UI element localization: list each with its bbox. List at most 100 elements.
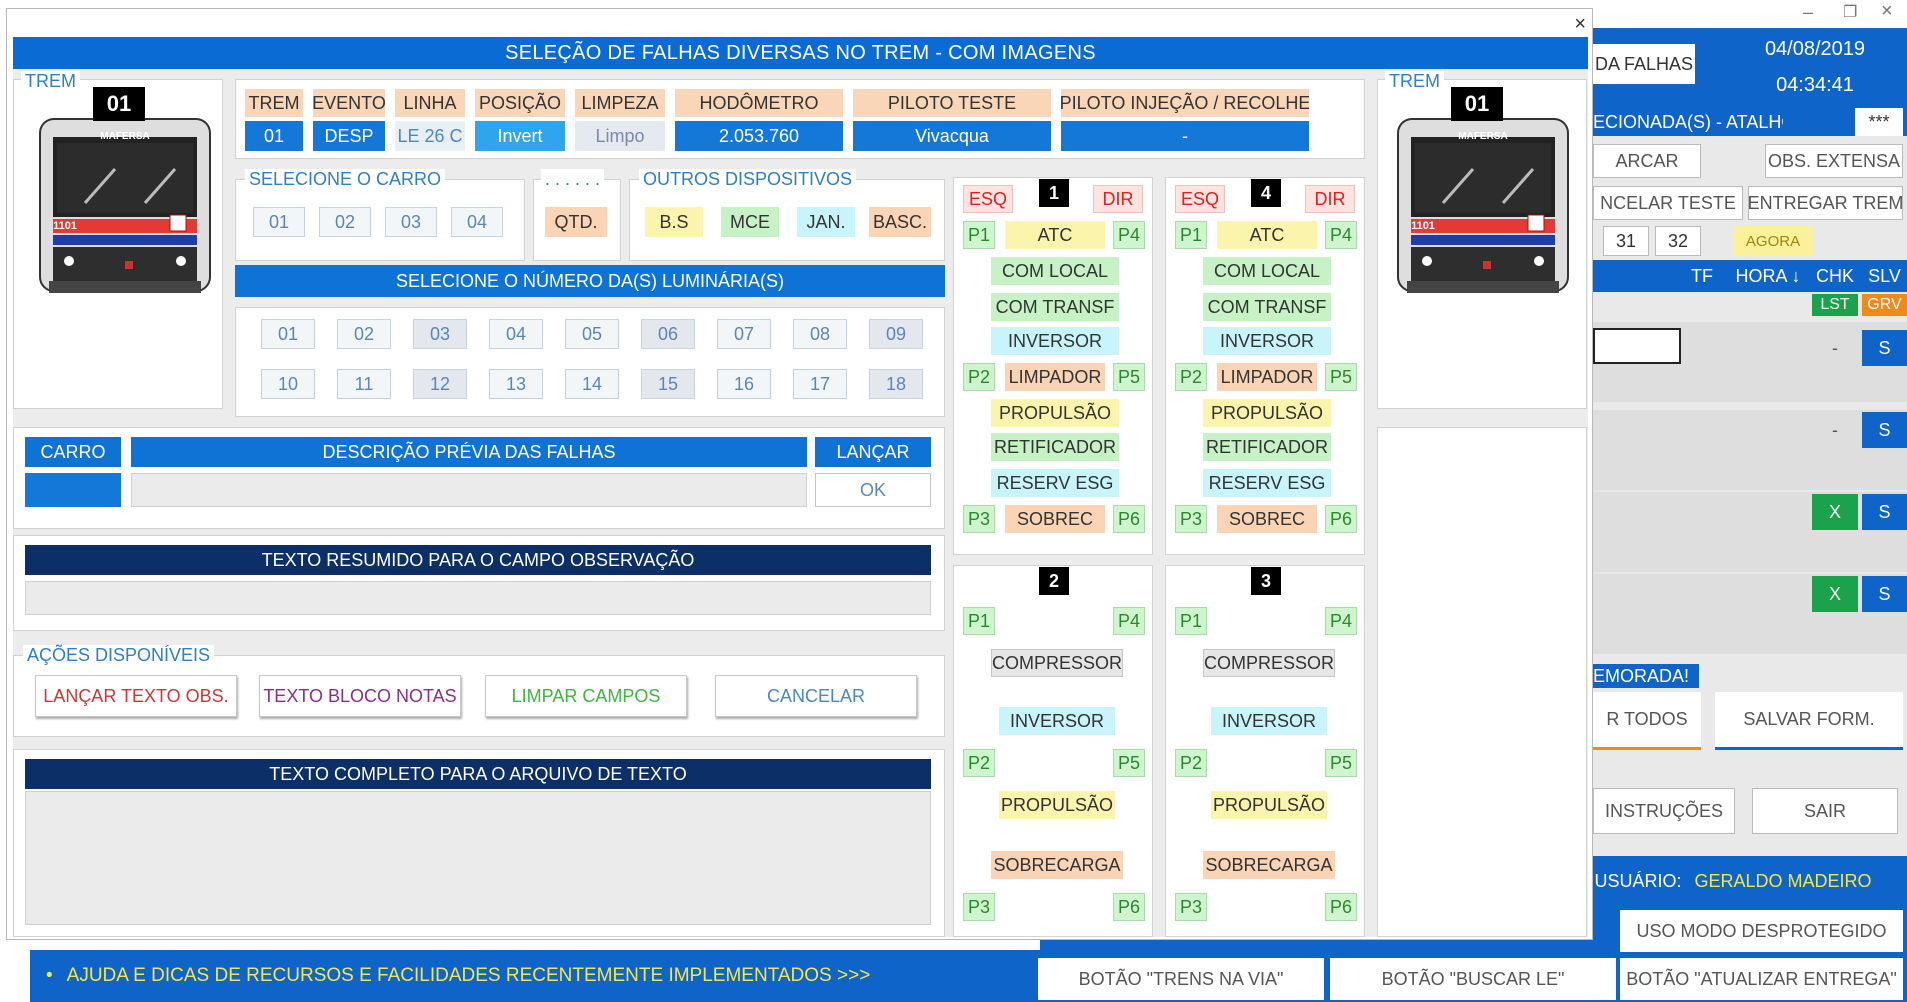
car4-reserv-esg[interactable]: RESERV ESG xyxy=(1203,469,1331,497)
car1-esq-button[interactable]: ESQ xyxy=(963,185,1013,213)
bg-todos-button[interactable]: R TODOS xyxy=(1593,692,1701,750)
bg-sair-button[interactable]: SAIR xyxy=(1752,788,1898,834)
bloco-notas-button[interactable]: TEXTO BLOCO NOTAS xyxy=(259,675,461,717)
bg-falhas-button[interactable]: DA FALHAS xyxy=(1593,44,1695,84)
bg-desprotegido-button[interactable]: USO MODO DESPROTEGIDO xyxy=(1620,910,1903,952)
car2-p4[interactable]: P4 xyxy=(1113,607,1145,635)
car2-p5[interactable]: P5 xyxy=(1113,749,1145,777)
luminaria-18[interactable]: 18 xyxy=(869,369,923,399)
bg-row-2-s[interactable]: S xyxy=(1862,412,1907,448)
bg-row-1-s[interactable]: S xyxy=(1862,330,1907,366)
car2-p2[interactable]: P2 xyxy=(963,749,995,777)
minimize-icon[interactable]: – xyxy=(1803,2,1813,23)
car4-com-local[interactable]: COM LOCAL xyxy=(1203,257,1331,285)
bg-agora-button[interactable]: AGORA xyxy=(1733,226,1813,256)
car3-sobrecarga[interactable]: SOBRECARGA xyxy=(1203,851,1335,879)
carro-button-03[interactable]: 03 xyxy=(385,207,437,237)
car4-p2[interactable]: P2 xyxy=(1175,363,1207,391)
car4-inversor[interactable]: INVERSOR xyxy=(1203,327,1331,355)
luminaria-07[interactable]: 07 xyxy=(717,319,771,349)
buscar-le-button[interactable]: BOTÃO "BUSCAR LE" xyxy=(1330,958,1616,1000)
bg-selected-cell[interactable] xyxy=(1593,328,1681,364)
car2-sobrecarga[interactable]: SOBRECARGA xyxy=(991,851,1123,879)
bg-num-32[interactable]: 32 xyxy=(1655,226,1701,256)
bg-stars-button[interactable]: *** xyxy=(1855,108,1903,136)
bg-obs-button[interactable]: OBS. EXTENSA xyxy=(1765,144,1903,178)
resumido-input[interactable] xyxy=(25,581,931,615)
car4-p6[interactable]: P6 xyxy=(1325,505,1357,533)
car3-p4[interactable]: P4 xyxy=(1325,607,1357,635)
descricao-input[interactable] xyxy=(131,473,807,507)
luminaria-11[interactable]: 11 xyxy=(337,369,391,399)
ok-button[interactable]: OK xyxy=(815,473,931,507)
luminaria-17[interactable]: 17 xyxy=(793,369,847,399)
lancar-texto-button[interactable]: LANÇAR TEXTO OBS. xyxy=(35,675,237,717)
car1-p1[interactable]: P1 xyxy=(963,221,995,249)
car1-sobrec[interactable]: SOBREC xyxy=(1005,505,1105,533)
car2-propulsao[interactable]: PROPULSÃO xyxy=(999,791,1115,819)
car1-atc[interactable]: ATC xyxy=(1005,221,1105,249)
luminaria-02[interactable]: 02 xyxy=(337,319,391,349)
luminaria-12[interactable]: 12 xyxy=(413,369,467,399)
bg-col-hora[interactable]: HORA ↓ xyxy=(1728,260,1808,292)
trens-na-via-button[interactable]: BOTÃO "TRENS NA VIA" xyxy=(1038,958,1324,1000)
car4-p1[interactable]: P1 xyxy=(1175,221,1207,249)
car1-p5[interactable]: P5 xyxy=(1113,363,1145,391)
luminaria-09[interactable]: 09 xyxy=(869,319,923,349)
bg-num-31[interactable]: 31 xyxy=(1603,226,1649,256)
bg-row-3-x[interactable]: X xyxy=(1812,494,1858,530)
luminaria-08[interactable]: 08 xyxy=(793,319,847,349)
carro-button-02[interactable]: 02 xyxy=(319,207,371,237)
car2-p3[interactable]: P3 xyxy=(963,893,995,921)
atualizar-entrega-button[interactable]: BOTÃO "ATUALIZAR ENTREGA" xyxy=(1620,958,1903,1000)
basc-button[interactable]: BASC. xyxy=(869,207,931,237)
car1-inversor[interactable]: INVERSOR xyxy=(991,327,1119,355)
car4-p5[interactable]: P5 xyxy=(1325,363,1357,391)
luminaria-01[interactable]: 01 xyxy=(261,319,315,349)
car1-p3[interactable]: P3 xyxy=(963,505,995,533)
luminaria-14[interactable]: 14 xyxy=(565,369,619,399)
car2-compressor[interactable]: COMPRESSOR xyxy=(991,649,1123,677)
car1-reserv-esg[interactable]: RESERV ESG xyxy=(991,469,1119,497)
car2-p1[interactable]: P1 xyxy=(963,607,995,635)
luminaria-10[interactable]: 10 xyxy=(261,369,315,399)
carro-button-04[interactable]: 04 xyxy=(451,207,503,237)
luminaria-03[interactable]: 03 xyxy=(413,319,467,349)
bg-row-4-x[interactable]: X xyxy=(1812,576,1858,612)
car1-p2[interactable]: P2 xyxy=(963,363,995,391)
luminaria-13[interactable]: 13 xyxy=(489,369,543,399)
bg-cancelar-teste-button[interactable]: NCELAR TESTE xyxy=(1593,186,1743,220)
bg-marcar-button[interactable]: ARCAR xyxy=(1593,144,1701,178)
completo-textarea[interactable] xyxy=(25,791,931,925)
car4-limpador[interactable]: LIMPADOR xyxy=(1217,363,1317,391)
car1-retificador[interactable]: RETIFICADOR xyxy=(991,433,1119,461)
mce-button[interactable]: MCE xyxy=(721,207,779,237)
car3-compressor[interactable]: COMPRESSOR xyxy=(1203,649,1335,677)
car4-dir-button[interactable]: DIR xyxy=(1305,185,1355,213)
luminaria-16[interactable]: 16 xyxy=(717,369,771,399)
car1-p4[interactable]: P4 xyxy=(1113,221,1145,249)
car3-p6[interactable]: P6 xyxy=(1325,893,1357,921)
car3-p2[interactable]: P2 xyxy=(1175,749,1207,777)
car4-p3[interactable]: P3 xyxy=(1175,505,1207,533)
car3-p1[interactable]: P1 xyxy=(1175,607,1207,635)
car1-limpador[interactable]: LIMPADOR xyxy=(1005,363,1105,391)
bg-instrucoes-button[interactable]: INSTRUÇÕES xyxy=(1593,788,1735,834)
car4-com-transf[interactable]: COM TRANSF xyxy=(1203,293,1331,321)
restore-icon[interactable]: ❐ xyxy=(1843,2,1857,22)
car4-esq-button[interactable]: ESQ xyxy=(1175,185,1225,213)
close-icon[interactable]: × xyxy=(1881,0,1893,23)
car4-atc[interactable]: ATC xyxy=(1217,221,1317,249)
car3-p3[interactable]: P3 xyxy=(1175,893,1207,921)
car1-com-local[interactable]: COM LOCAL xyxy=(991,257,1119,285)
car4-propulsao[interactable]: PROPULSÃO xyxy=(1203,399,1331,427)
limpar-campos-button[interactable]: LIMPAR CAMPOS xyxy=(485,675,687,717)
luminaria-04[interactable]: 04 xyxy=(489,319,543,349)
qtd-button[interactable]: QTD. xyxy=(545,207,607,237)
car1-com-transf[interactable]: COM TRANSF xyxy=(991,293,1119,321)
car2-p6[interactable]: P6 xyxy=(1113,893,1145,921)
carro-value[interactable] xyxy=(25,473,121,507)
car3-propulsao[interactable]: PROPULSÃO xyxy=(1211,791,1327,819)
jan-button[interactable]: JAN. xyxy=(797,207,855,237)
bg-row-4-s[interactable]: S xyxy=(1862,576,1907,612)
